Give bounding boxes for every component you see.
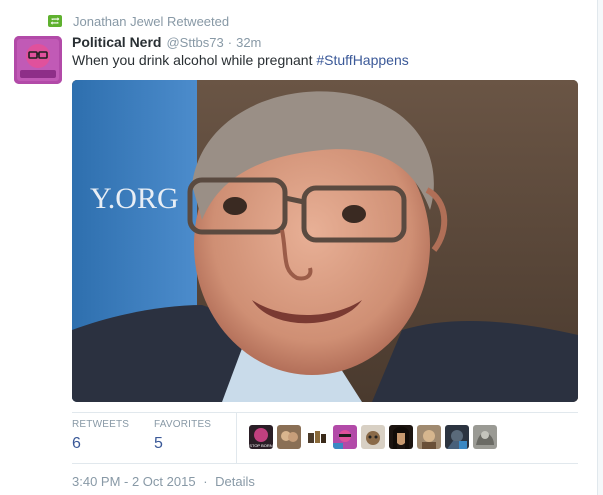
retweet-context: Jonathan Jewel Retweeted <box>48 12 229 30</box>
tweet-text-plain: When you drink alcohol while pregnant <box>72 52 317 68</box>
tweet-media-photo[interactable]: Y.ORG <box>72 80 578 402</box>
tweet-stats: RETWEETS 6 FAVORITES 5 STOP BORN <box>72 412 578 464</box>
details-link[interactable]: Details <box>215 474 255 489</box>
favoriter-avatar[interactable] <box>473 425 497 449</box>
author-avatar-image <box>14 36 62 84</box>
hashtag-link[interactable]: #StuffHappens <box>316 52 408 68</box>
favoriter-avatar[interactable] <box>361 425 385 449</box>
tweet-card: Jonathan Jewel Retweeted Political Nerd … <box>0 0 598 495</box>
favoriter-avatar[interactable] <box>305 425 329 449</box>
favoriter-avatar[interactable] <box>333 425 357 449</box>
header-separator: · <box>227 35 233 50</box>
tweet-timestamp[interactable]: 32m <box>236 35 261 50</box>
favorites-count[interactable]: 5 <box>154 435 211 453</box>
author-fullname[interactable]: Political Nerd <box>72 34 161 50</box>
tweet-datetime[interactable]: 3:40 PM - 2 Oct 2015 <box>72 474 196 489</box>
favorites-label: FAVORITES <box>154 419 212 430</box>
tweet-text: When you drink alcohol while pregnant #S… <box>72 52 409 68</box>
favoriter-avatar[interactable] <box>277 425 301 449</box>
stats-divider <box>236 413 237 464</box>
retweets-count[interactable]: 6 <box>72 435 129 453</box>
retweeter-text[interactable]: Jonathan Jewel Retweeted <box>73 14 229 29</box>
avatar-1-caption: STOP BORN <box>249 443 273 448</box>
author-username[interactable]: @Sttbs73 <box>166 35 223 50</box>
retweets-stat[interactable]: RETWEETS 6 <box>72 419 129 453</box>
backdrop-sign-text: Y.ORG <box>90 182 179 215</box>
retweet-icon <box>48 15 62 27</box>
favoriter-avatar[interactable] <box>417 425 441 449</box>
favoriter-avatar[interactable] <box>389 425 413 449</box>
author-avatar[interactable] <box>14 36 62 84</box>
retweets-label: RETWEETS <box>72 419 130 430</box>
meta-separator: · <box>203 474 208 489</box>
favoriter-avatars: STOP BORN <box>249 425 497 449</box>
favorites-stat[interactable]: FAVORITES 5 <box>154 419 211 453</box>
tweet-header: Political Nerd @Sttbs73 · 32m <box>72 34 261 50</box>
media-photo-image: Y.ORG <box>72 80 578 402</box>
favoriter-avatar[interactable] <box>445 425 469 449</box>
tweet-meta: 3:40 PM - 2 Oct 2015 · Details <box>72 474 255 489</box>
favoriter-avatar[interactable]: STOP BORN <box>249 425 273 449</box>
